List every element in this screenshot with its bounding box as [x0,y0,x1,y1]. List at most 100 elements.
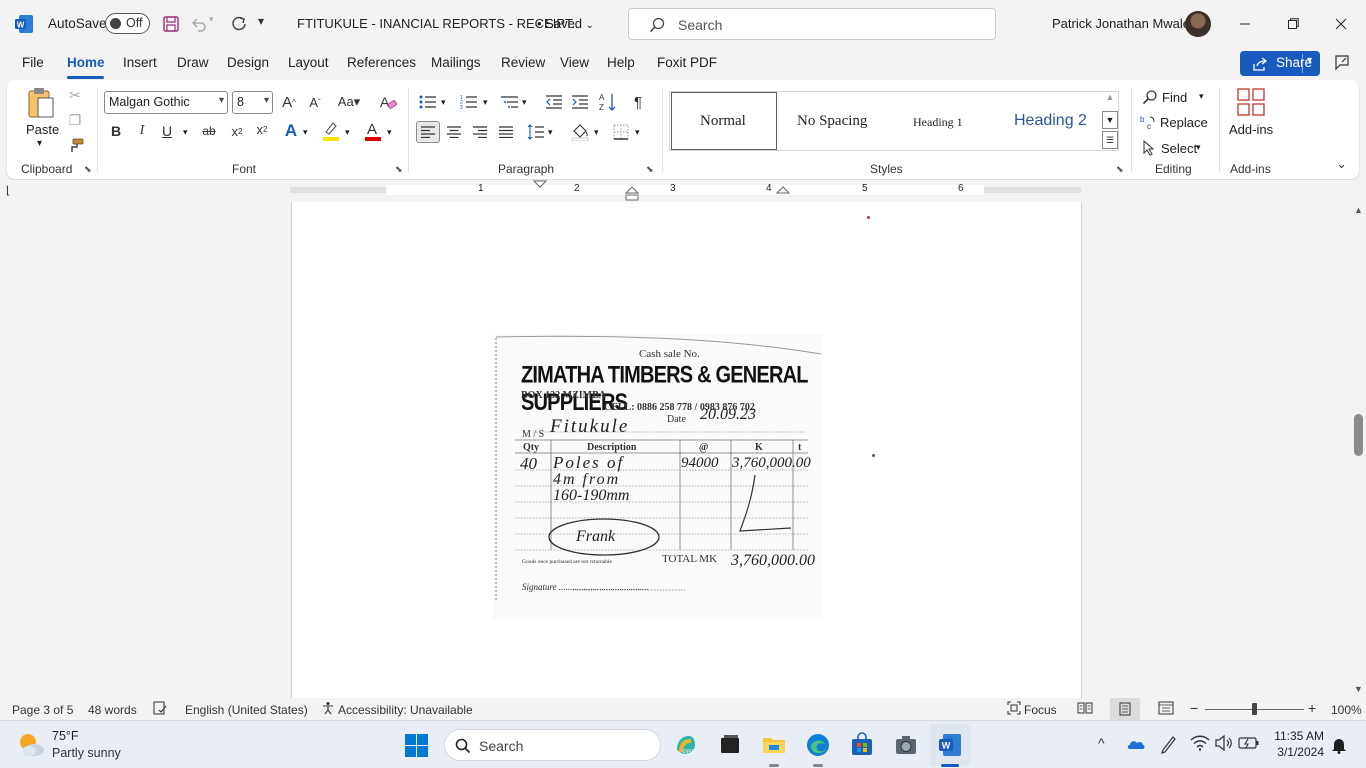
horizontal-ruler[interactable]: ⌊ 1 2 3 4 5 6 [0,180,1366,202]
copy-icon[interactable]: ❐ [67,112,83,128]
word-taskbar-icon[interactable]: W [937,732,963,758]
tab-layout[interactable]: Layout [288,55,329,70]
scroll-down-icon[interactable]: ▼ [1354,684,1363,694]
autosave-toggle[interactable]: Off [105,13,150,34]
italic-button[interactable]: I [134,123,150,139]
tab-view[interactable]: View [560,55,589,70]
paste-label[interactable]: Paste [26,122,59,137]
zoom-level[interactable]: 100% [1331,703,1362,717]
print-layout-button[interactable] [1110,698,1140,720]
task-view-icon[interactable] [717,732,743,758]
show-formatting-icon[interactable]: ¶ [629,92,647,112]
bold-button[interactable]: B [108,123,124,139]
dialog-launcher-icon[interactable]: ⬊ [84,164,92,175]
undo-dropdown-icon[interactable]: ▾ [209,14,219,34]
collapse-ribbon-icon[interactable]: ⌄ [1336,156,1347,172]
chevron-down-icon[interactable]: ▾ [303,127,308,138]
dialog-launcher-icon[interactable]: ⬊ [395,164,403,175]
page-count[interactable]: Page 3 of 5 [12,703,73,717]
volume-icon[interactable] [1214,735,1234,751]
wifi-icon[interactable] [1190,735,1210,751]
decrease-indent-icon[interactable] [544,92,564,112]
shading-icon[interactable] [570,121,590,143]
underline-button[interactable]: U [159,123,175,139]
chevron-down-icon[interactable]: ▾ [483,97,488,108]
restore-button[interactable] [1270,0,1316,48]
numbering-icon[interactable]: 123 [458,92,480,112]
find-button[interactable]: Find ▾ [1142,88,1212,108]
saved-status[interactable]: • Saved ⌄ [537,16,594,31]
dialog-launcher-icon[interactable]: ⬊ [646,164,654,175]
edge-icon[interactable] [805,732,831,758]
multilevel-list-icon[interactable] [499,92,521,112]
store-icon[interactable] [849,732,875,758]
pen-icon[interactable] [1159,734,1177,754]
scrollbar-thumb[interactable] [1354,414,1363,456]
avatar[interactable] [1185,11,1211,37]
weather-temperature[interactable]: 75°F [52,729,79,743]
battery-icon[interactable] [1238,736,1260,750]
hanging-indent-marker[interactable] [625,186,639,202]
notification-bell-icon[interactable] [1330,736,1348,754]
redo-icon[interactable] [229,14,249,34]
justify-icon[interactable] [496,122,516,142]
borders-icon[interactable] [611,122,631,142]
comments-icon[interactable] [1333,53,1353,73]
tab-insert[interactable]: Insert [123,55,157,70]
tab-review[interactable]: Review [501,55,545,70]
proofing-icon[interactable] [153,701,167,715]
tab-help[interactable]: Help [607,55,635,70]
font-size-combo[interactable]: 8 ▾ [232,91,273,114]
show-hidden-icons[interactable]: ^ [1098,735,1105,751]
styles-scroll-down-icon[interactable]: ▼ [1102,111,1118,129]
focus-mode[interactable]: Focus [1024,703,1057,717]
undo-icon[interactable] [189,14,209,34]
weather-icon[interactable] [16,730,46,760]
style-heading-1[interactable]: Heading 1 [887,92,991,150]
align-left-button[interactable] [416,121,440,143]
font-name-combo[interactable]: Malgan Gothic ▾ [104,91,228,114]
tab-home[interactable]: Home [67,55,105,70]
chevron-down-icon[interactable]: ▾ [441,97,446,108]
camera-icon[interactable] [893,732,919,758]
receipt-scan-image[interactable]: Cash sale No. ZIMATHA TIMBERS & GENERAL … [493,334,823,619]
taskbar-search[interactable]: Search [444,729,661,761]
format-painter-icon[interactable] [67,137,85,155]
highlight-icon[interactable] [321,120,341,142]
chevron-down-icon[interactable]: ▾ [183,127,188,138]
zoom-slider-handle[interactable] [1252,703,1257,715]
tab-draw[interactable]: Draw [177,55,209,70]
windows-start-icon[interactable] [404,733,429,758]
chevron-down-icon[interactable]: ▾ [522,97,527,108]
document-page[interactable]: Cash sale No. ZIMATHA TIMBERS & GENERAL … [291,202,1082,698]
chevron-down-icon[interactable]: ▾ [635,127,640,138]
search-box[interactable]: Search [628,8,996,40]
accessibility-status[interactable]: Accessibility: Unavailable [338,703,473,717]
customize-qat-icon[interactable]: ▾ [258,14,272,34]
style-normal[interactable]: Normal [671,92,777,150]
superscript-icon[interactable]: x2 [253,121,271,137]
strikethrough-button[interactable]: ab [199,123,219,139]
share-button[interactable]: Share ▾ [1240,51,1320,76]
increase-indent-icon[interactable] [570,92,590,112]
first-line-indent-marker[interactable] [533,180,547,188]
copilot-icon[interactable]: PRE [673,732,699,758]
chevron-down-icon[interactable]: ▾ [548,127,553,138]
cut-icon[interactable]: ✂ [67,87,83,103]
add-ins-label[interactable]: Add-ins [1229,122,1273,137]
tab-references[interactable]: References [347,55,416,70]
minimize-button[interactable] [1222,0,1268,48]
scroll-up-icon[interactable]: ▲ [1354,205,1363,215]
tab-foxit-pdf[interactable]: Foxit PDF [657,55,717,70]
tab-design[interactable]: Design [227,55,269,70]
read-mode-icon[interactable] [1077,701,1093,715]
shrink-font-icon[interactable]: Aˇ [305,92,325,112]
right-indent-marker[interactable] [776,186,790,194]
chevron-down-icon[interactable]: ▾ [1307,55,1312,66]
chevron-down-icon[interactable]: ▾ [345,127,350,138]
grow-font-icon[interactable]: A ^ [279,92,299,112]
text-effects-icon[interactable]: A [281,121,301,141]
styles-scroll-up-icon[interactable]: ▲ [1102,92,1118,110]
font-color-icon[interactable]: A [363,120,383,142]
zoom-in-icon[interactable]: + [1308,700,1316,716]
